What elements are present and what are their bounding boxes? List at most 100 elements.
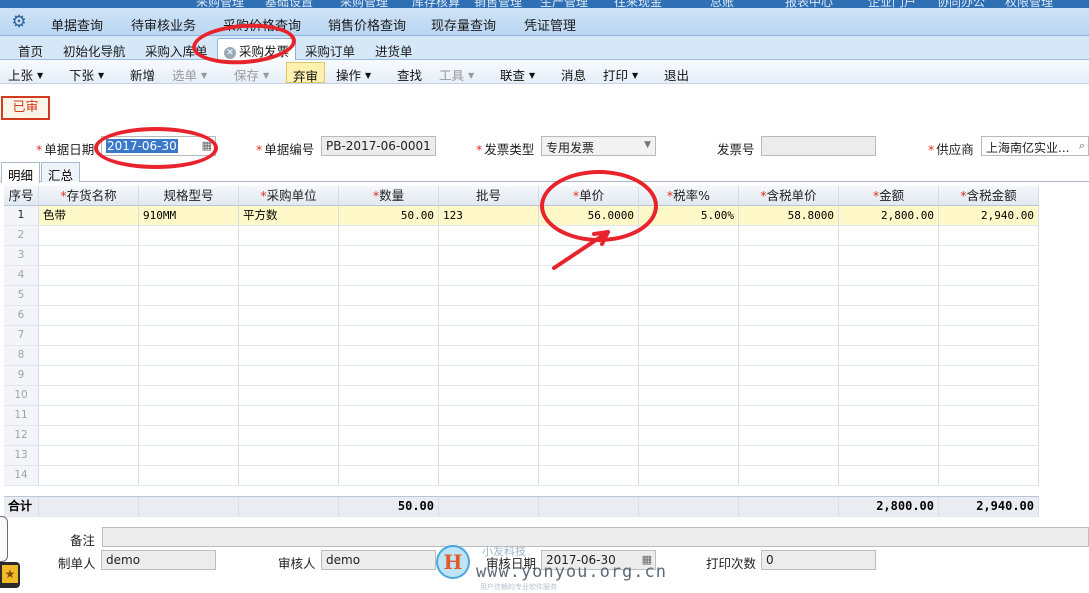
grid-cell[interactable] (539, 466, 639, 486)
grid-cell[interactable] (239, 406, 339, 426)
grid-cell[interactable]: 123 (439, 206, 539, 226)
toolbar-button[interactable]: 保存 ▼ (234, 65, 269, 84)
grid-cell[interactable]: 7 (4, 326, 39, 346)
grid-cell[interactable] (339, 386, 439, 406)
toolbar-button[interactable]: 消息 (561, 65, 586, 84)
tab-purchase-receipt[interactable]: 采购入库单 (145, 41, 208, 60)
grid-cell[interactable] (139, 426, 239, 446)
toolbar-button[interactable]: 查找 (397, 65, 422, 84)
side-panel-edge[interactable] (0, 516, 8, 562)
grid-cell[interactable] (639, 386, 739, 406)
grid-cell[interactable] (239, 366, 339, 386)
doc-no-field[interactable]: PB-2017-06-0001 (321, 136, 436, 156)
table-row[interactable]: 5 (4, 286, 1039, 306)
table-row[interactable]: 6 (4, 306, 1039, 326)
grid-cell[interactable] (839, 326, 939, 346)
grid-cell[interactable] (539, 286, 639, 306)
grid-cell[interactable] (839, 366, 939, 386)
table-row[interactable]: 8 (4, 346, 1039, 366)
favorites-button[interactable]: ★ (0, 562, 20, 588)
top-module-item[interactable]: 基础设置 (265, 0, 313, 8)
top-module-item[interactable]: 协同办公 (937, 0, 985, 8)
search-icon[interactable]: ⌕ (1079, 139, 1085, 153)
grid-cell[interactable] (939, 266, 1039, 286)
top-module-item[interactable]: 往来现金 (614, 0, 662, 8)
grid-cell[interactable] (839, 226, 939, 246)
grid-cell[interactable] (539, 446, 639, 466)
grid-cell[interactable] (739, 286, 839, 306)
table-row[interactable]: 14 (4, 466, 1039, 486)
grid-cell[interactable]: 14 (4, 466, 39, 486)
grid-header[interactable]: 序号 *存货名称 规格型号 *采购单位 *数量 批号 *单价 *税率% *含税单价 *金额 *含税金… (4, 186, 1039, 206)
toolbar-button[interactable]: 退出 (664, 65, 689, 84)
grid-cell[interactable] (239, 286, 339, 306)
gear-icon[interactable]: ⚙ (10, 13, 28, 31)
top-module-item[interactable]: 库存核算 (412, 0, 460, 8)
grid-cell[interactable] (239, 446, 339, 466)
grid-cell[interactable] (339, 246, 439, 266)
grid-cell[interactable] (439, 466, 539, 486)
grid-cell[interactable]: 色带 (39, 206, 139, 226)
top-module-item[interactable]: 报表中心 (785, 0, 833, 8)
grid-cell[interactable]: 9 (4, 366, 39, 386)
grid-cell[interactable] (239, 306, 339, 326)
grid-cell[interactable] (139, 266, 239, 286)
top-module-item[interactable]: 企业门户 (868, 0, 916, 8)
grid-cell[interactable]: 910MM (139, 206, 239, 226)
grid-cell[interactable] (339, 406, 439, 426)
grid-cell[interactable] (339, 446, 439, 466)
grid-cell[interactable] (439, 306, 539, 326)
supplier-field[interactable]: 上海南亿实业... ⌕ (981, 136, 1089, 156)
grid-cell[interactable] (239, 226, 339, 246)
grid-cell[interactable] (539, 406, 639, 426)
grid-cell[interactable] (639, 466, 739, 486)
grid-cell[interactable] (39, 306, 139, 326)
grid-cell[interactable] (639, 426, 739, 446)
top-module-item[interactable]: 采购管理 (340, 0, 388, 8)
grid-cell[interactable] (939, 346, 1039, 366)
grid-cell[interactable] (439, 406, 539, 426)
toolbar-button[interactable]: 新增 (130, 65, 155, 84)
toolbar-button[interactable]: 联查 ▼ (500, 65, 535, 84)
table-row[interactable]: 7 (4, 326, 1039, 346)
grid-cell[interactable] (939, 306, 1039, 326)
grid-cell[interactable] (439, 366, 539, 386)
grid-cell[interactable] (139, 246, 239, 266)
menu-doc-query[interactable]: 单据查询 (51, 15, 103, 34)
grid-cell[interactable] (239, 386, 339, 406)
calendar-icon[interactable]: ▦ (202, 139, 212, 152)
grid-cell[interactable] (39, 326, 139, 346)
grid-cell[interactable] (839, 306, 939, 326)
grid-cell[interactable] (639, 306, 739, 326)
grid-cell[interactable] (239, 326, 339, 346)
grid-cell[interactable] (539, 326, 639, 346)
totals-row[interactable]: 合计 50.00 2,800.00 2,940.00 (4, 496, 1039, 517)
grid-cell[interactable] (339, 226, 439, 246)
grid-cell[interactable] (839, 286, 939, 306)
grid-cell[interactable]: 平方数 (239, 206, 339, 226)
grid-cell[interactable]: 5 (4, 286, 39, 306)
grid-cell[interactable] (739, 246, 839, 266)
grid-cell[interactable] (739, 366, 839, 386)
grid-cell[interactable] (539, 306, 639, 326)
grid-cell[interactable]: 2 (4, 226, 39, 246)
grid-cell[interactable] (639, 246, 739, 266)
grid-cell[interactable] (639, 406, 739, 426)
grid-cell[interactable]: 10 (4, 386, 39, 406)
grid-cell[interactable] (639, 366, 739, 386)
grid-cell[interactable] (839, 446, 939, 466)
tab-init-guide[interactable]: 初始化导航 (63, 41, 126, 60)
menu-purchase-price-query[interactable]: 采购价格查询 (223, 15, 301, 34)
toolbar-button[interactable]: 选单 ▼ (172, 65, 207, 84)
grid-cell[interactable] (39, 366, 139, 386)
grid-cell[interactable] (739, 266, 839, 286)
doc-date-field[interactable]: 2017-06-30 ▦ (101, 136, 216, 156)
toolbar-button[interactable]: 上张 ▼ (8, 65, 43, 84)
grid-cell[interactable] (139, 466, 239, 486)
grid-cell[interactable] (439, 346, 539, 366)
table-row[interactable]: 12 (4, 426, 1039, 446)
grid-cell[interactable] (539, 366, 639, 386)
grid-cell[interactable] (939, 466, 1039, 486)
grid-cell[interactable] (339, 366, 439, 386)
grid-cell[interactable] (139, 386, 239, 406)
